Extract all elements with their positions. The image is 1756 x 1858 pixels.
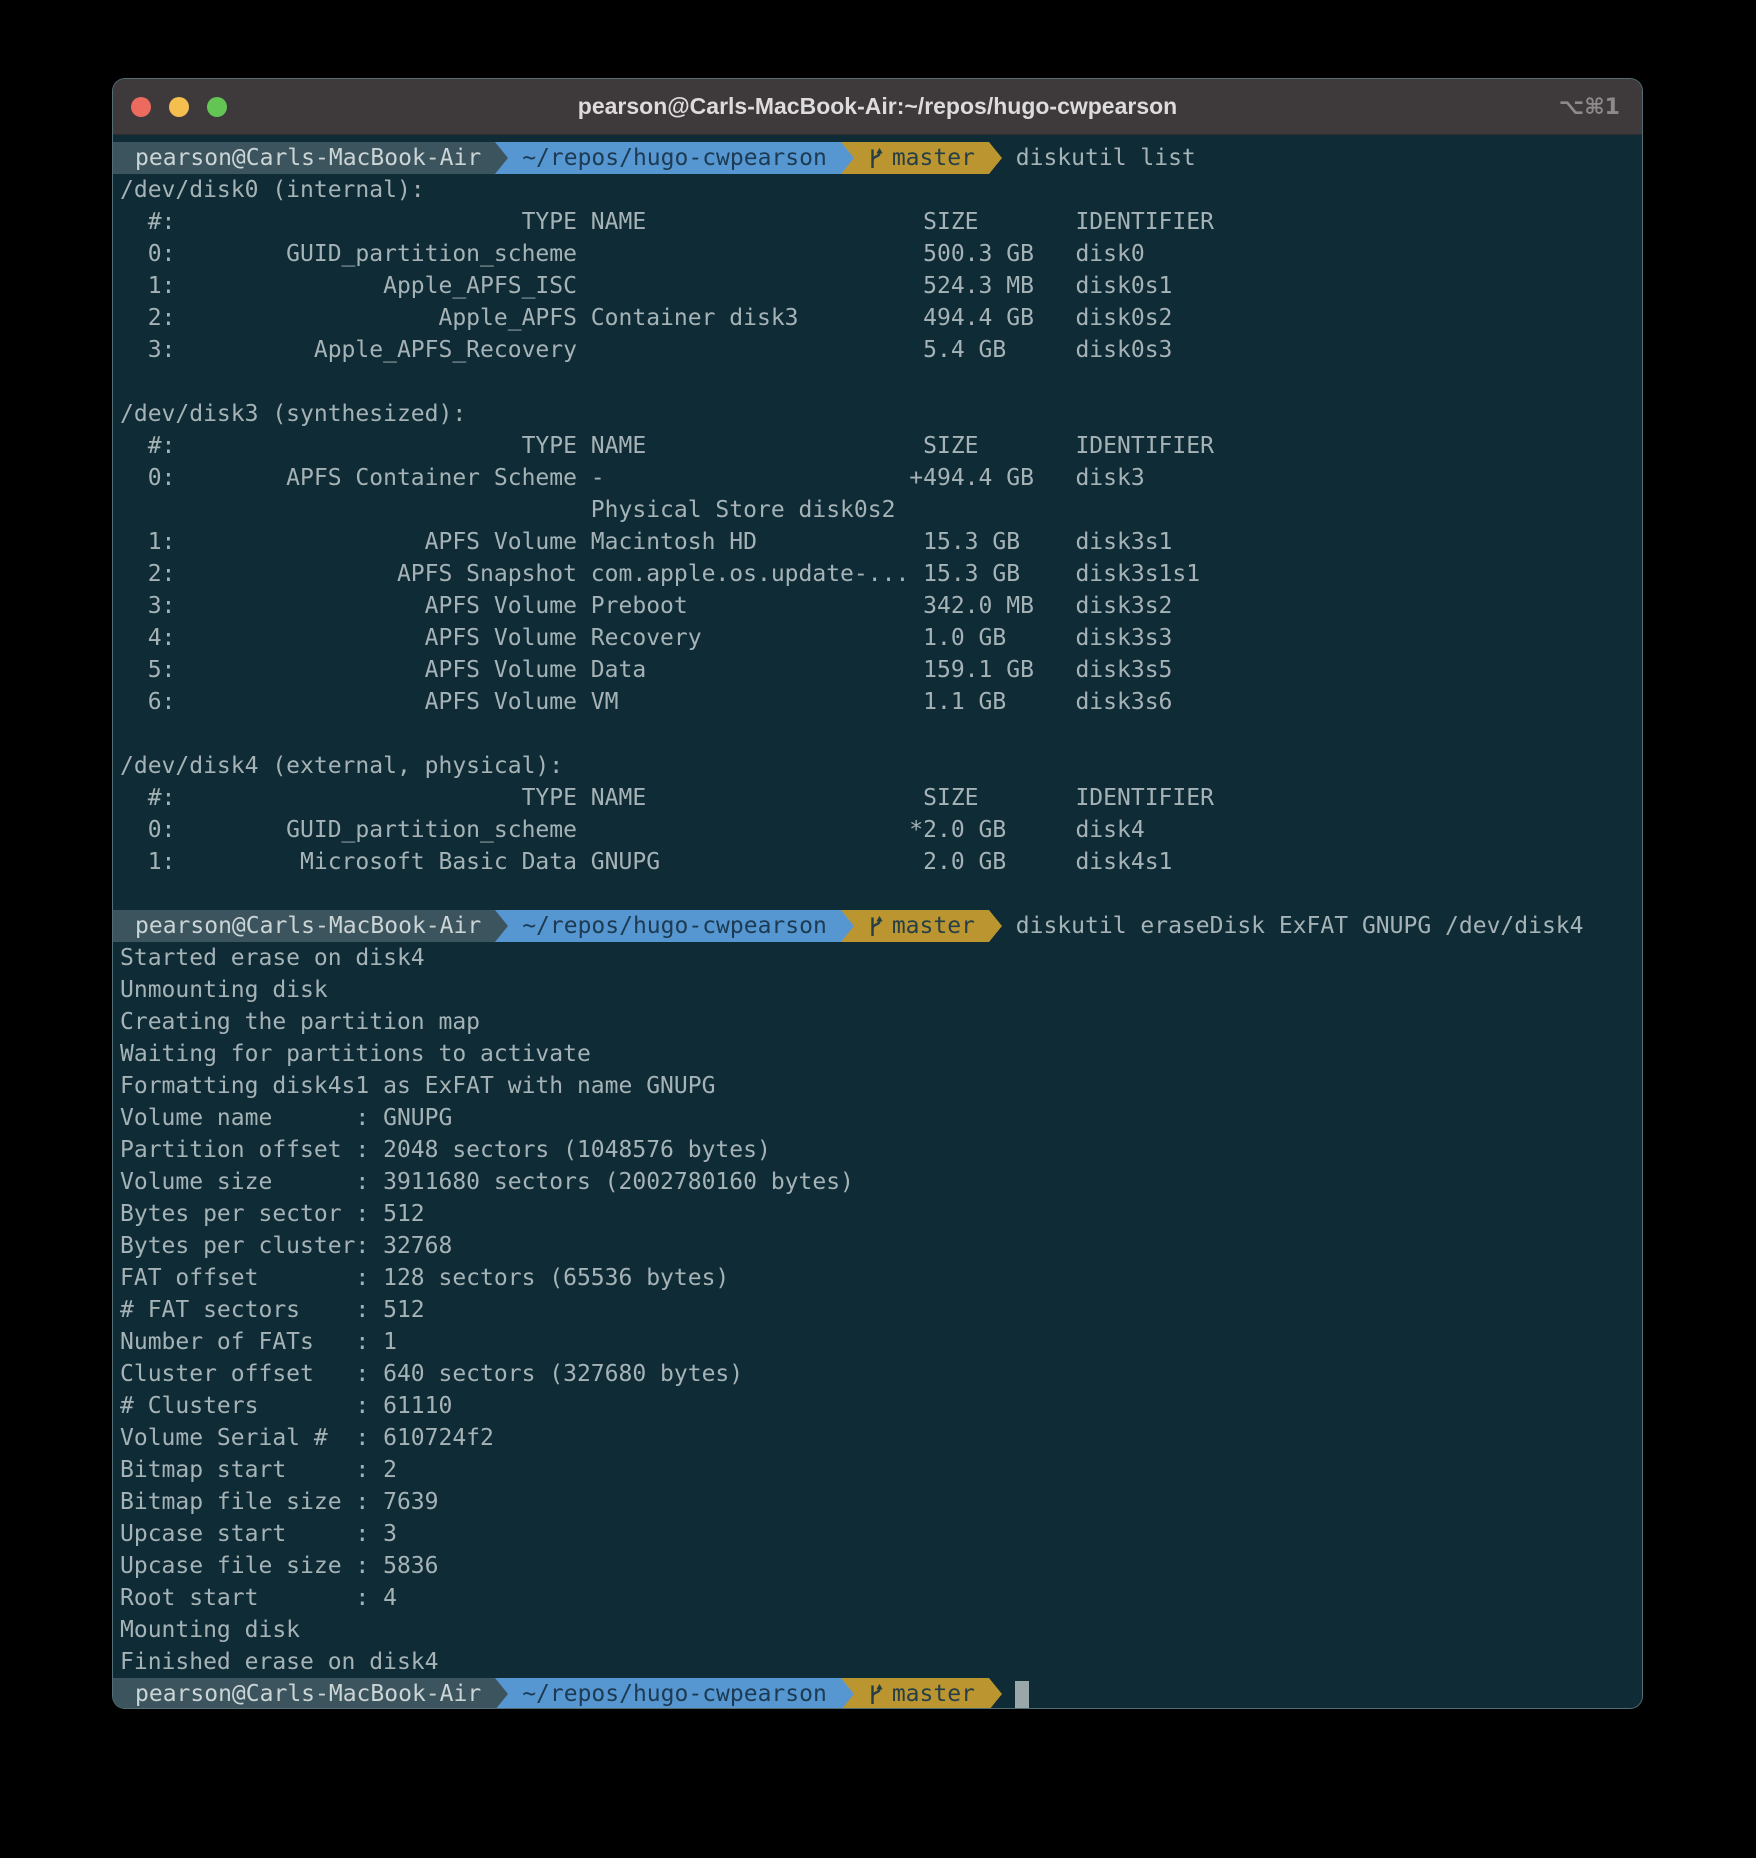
terminal-line: 2: Apple_APFS Container disk3 494.4 GB d…	[113, 302, 1642, 334]
terminal-line	[113, 718, 1642, 750]
prompt-git-segment: master	[854, 1678, 989, 1709]
prompt-line: pearson@Carls-MacBook-Air ~/repos/hugo-cw…	[113, 1678, 1642, 1709]
terminal-line: FAT offset : 128 sectors (65536 bytes)	[113, 1262, 1642, 1294]
powerline-separator-icon	[495, 1678, 508, 1709]
terminal-cursor	[1015, 1681, 1029, 1708]
terminal-line: 1: Apple_APFS_ISC 524.3 MB disk0s1	[113, 270, 1642, 302]
prompt-user-host: pearson@Carls-MacBook-Air	[113, 1678, 495, 1709]
terminal-line: 0: GUID_partition_scheme *2.0 GB disk4	[113, 814, 1642, 846]
terminal-line: Volume size : 3911680 sectors (200278016…	[113, 1166, 1642, 1198]
powerline-separator-icon	[841, 1678, 854, 1709]
terminal-line: Mounting disk	[113, 1614, 1642, 1646]
prompt-directory: ~/repos/hugo-cwpearson	[508, 142, 841, 174]
prompt-line: pearson@Carls-MacBook-Air ~/repos/hugo-cw…	[113, 142, 1642, 174]
terminal-line: Root start : 4	[113, 1582, 1642, 1614]
terminal-line: Bitmap file size : 7639	[113, 1486, 1642, 1518]
terminal-line: 3: APFS Volume Preboot 342.0 MB disk3s2	[113, 590, 1642, 622]
terminal-line: 6: APFS Volume VM 1.1 GB disk3s6	[113, 686, 1642, 718]
terminal-line: Waiting for partitions to activate	[113, 1038, 1642, 1070]
terminal-line: 4: APFS Volume Recovery 1.0 GB disk3s3	[113, 622, 1642, 654]
terminal-line: 5: APFS Volume Data 159.1 GB disk3s5	[113, 654, 1642, 686]
powerline-separator-icon	[495, 142, 508, 174]
terminal-line: # Clusters : 61110	[113, 1390, 1642, 1422]
terminal-line: #: TYPE NAME SIZE IDENTIFIER	[113, 430, 1642, 462]
window-title: pearson@Carls-MacBook-Air:~/repos/hugo-c…	[113, 93, 1642, 120]
terminal-line: /dev/disk4 (external, physical):	[113, 750, 1642, 782]
prompt-user-host: pearson@Carls-MacBook-Air	[113, 142, 495, 174]
prompt-user-host: pearson@Carls-MacBook-Air	[113, 910, 495, 942]
terminal-window: pearson@Carls-MacBook-Air:~/repos/hugo-c…	[112, 78, 1643, 1709]
terminal-line	[113, 878, 1642, 910]
terminal-line: 0: GUID_partition_scheme 500.3 GB disk0	[113, 238, 1642, 270]
terminal-line: Volume name : GNUPG	[113, 1102, 1642, 1134]
powerline-separator-icon	[841, 910, 854, 942]
terminal-line: Volume Serial # : 610724f2	[113, 1422, 1642, 1454]
prompt-git-branch: master	[892, 142, 975, 174]
prompt-git-branch: master	[892, 910, 975, 942]
terminal-line: Bytes per cluster: 32768	[113, 1230, 1642, 1262]
terminal-line: Number of FATs : 1	[113, 1326, 1642, 1358]
git-branch-icon	[868, 1683, 883, 1706]
terminal-line: 0: APFS Container Scheme - +494.4 GB dis…	[113, 462, 1642, 494]
terminal-line: 2: APFS Snapshot com.apple.os.update-...…	[113, 558, 1642, 590]
git-branch-icon	[868, 915, 883, 938]
window-shortcut-badge: ⌥⌘1	[1559, 79, 1620, 135]
terminal-line: Unmounting disk	[113, 974, 1642, 1006]
terminal-line: Bitmap start : 2	[113, 1454, 1642, 1486]
terminal-line: /dev/disk3 (synthesized):	[113, 398, 1642, 430]
prompt-git-segment: master	[854, 910, 989, 942]
terminal-line: # FAT sectors : 512	[113, 1294, 1642, 1326]
terminal-line: Bytes per sector : 512	[113, 1198, 1642, 1230]
terminal-line: #: TYPE NAME SIZE IDENTIFIER	[113, 782, 1642, 814]
terminal-line	[113, 366, 1642, 398]
powerline-separator-icon	[989, 1678, 1002, 1709]
terminal-line: /dev/disk0 (internal):	[113, 174, 1642, 206]
terminal-line: Upcase start : 3	[113, 1518, 1642, 1550]
powerline-separator-icon	[495, 910, 508, 942]
powerline-separator-icon	[989, 142, 1002, 174]
powerline-separator-icon	[841, 142, 854, 174]
prompt-git-segment: master	[854, 142, 989, 174]
terminal-screen[interactable]: pearson@Carls-MacBook-Air ~/repos/hugo-cw…	[113, 135, 1642, 1709]
terminal-line: Physical Store disk0s2	[113, 494, 1642, 526]
prompt-line: pearson@Carls-MacBook-Air ~/repos/hugo-cw…	[113, 910, 1642, 942]
terminal-line: Cluster offset : 640 sectors (327680 byt…	[113, 1358, 1642, 1390]
terminal-line: 1: Microsoft Basic Data GNUPG 2.0 GB dis…	[113, 846, 1642, 878]
terminal-line: Partition offset : 2048 sectors (1048576…	[113, 1134, 1642, 1166]
prompt-git-branch: master	[892, 1678, 975, 1709]
git-branch-icon	[868, 147, 883, 170]
terminal-line: Upcase file size : 5836	[113, 1550, 1642, 1582]
title-bar[interactable]: pearson@Carls-MacBook-Air:~/repos/hugo-c…	[113, 79, 1642, 135]
terminal-line: Formatting disk4s1 as ExFAT with name GN…	[113, 1070, 1642, 1102]
prompt-directory: ~/repos/hugo-cwpearson	[508, 910, 841, 942]
powerline-separator-icon	[989, 910, 1002, 942]
terminal-line: Started erase on disk4	[113, 942, 1642, 974]
prompt-directory: ~/repos/hugo-cwpearson	[508, 1678, 841, 1709]
terminal-line: 3: Apple_APFS_Recovery 5.4 GB disk0s3	[113, 334, 1642, 366]
terminal-line: Finished erase on disk4	[113, 1646, 1642, 1678]
prompt-command: diskutil list	[1002, 142, 1196, 174]
terminal-line: #: TYPE NAME SIZE IDENTIFIER	[113, 206, 1642, 238]
terminal-line: Creating the partition map	[113, 1006, 1642, 1038]
prompt-command: diskutil eraseDisk ExFAT GNUPG /dev/disk…	[1002, 910, 1584, 942]
terminal-line: 1: APFS Volume Macintosh HD 15.3 GB disk…	[113, 526, 1642, 558]
